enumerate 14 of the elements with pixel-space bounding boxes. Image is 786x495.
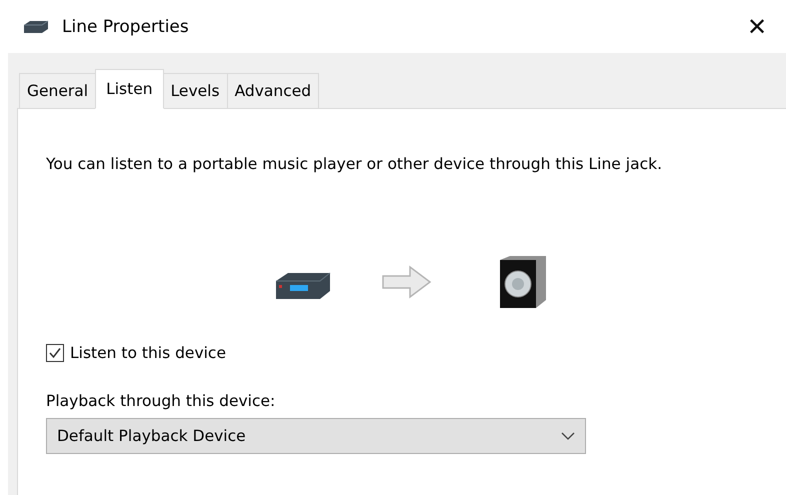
tab[interactable]: Listen <box>95 69 164 109</box>
right-arrow-icon <box>382 265 432 299</box>
description-text: You can listen to a portable music player or other device through this Line jack. <box>46 154 664 174</box>
playback-label: Playback through this device: <box>46 392 276 410</box>
tab[interactable]: General <box>19 73 96 108</box>
chevron-down-icon <box>561 432 575 440</box>
checkbox-label[interactable]: Listen to this device <box>70 344 226 362</box>
audio-device-icon <box>22 20 50 34</box>
close-button[interactable]: ✕ <box>734 6 780 46</box>
window-title: Line Properties <box>62 16 190 36</box>
checkbox[interactable] <box>46 344 64 362</box>
playback-device-dropdown[interactable]: Default Playback Device <box>46 418 586 454</box>
tab[interactable]: Advanced <box>226 73 320 108</box>
speaker-icon <box>498 256 548 308</box>
